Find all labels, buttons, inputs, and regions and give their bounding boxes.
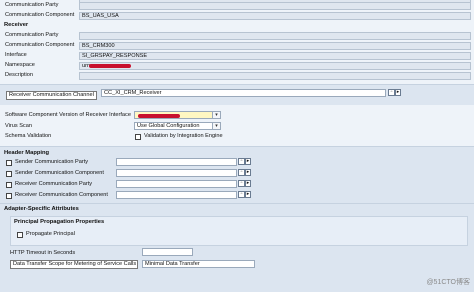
header-mapping-input-receiver-component[interactable] (116, 191, 237, 199)
header-mapping-input-sender-component[interactable] (116, 169, 237, 177)
value-help-icon[interactable]: ▫ (238, 169, 245, 176)
navigate-icon[interactable]: ▸ (245, 191, 251, 198)
chevron-down-icon: ▾ (212, 123, 220, 129)
schema-validation-label: Schema Validation (5, 133, 52, 139)
namespace-field: urn (79, 62, 471, 70)
namespace-label: Namespace (5, 62, 35, 68)
principal-propagation-title: Principal Propagation Properties (14, 219, 105, 225)
header-mapping-label-receiver-party: Receiver Communication Party (15, 181, 93, 187)
http-timeout-label: HTTP Timeout in Seconds (10, 250, 76, 256)
http-timeout-input[interactable] (142, 248, 193, 256)
adapter-section-title: Adapter-Specific Attributes (4, 206, 79, 212)
value-help-icon[interactable]: ▫ (238, 158, 245, 165)
header-mapping-label-sender-component: Sender Communication Component (15, 170, 104, 176)
receiver-channel-value: CC_XI_CRM_Receiver (104, 90, 162, 96)
header-mapping-checkbox-receiver-party[interactable] (6, 182, 12, 188)
value-help-icon[interactable]: ▫ (238, 191, 245, 198)
header-mapping-title: Header Mapping (4, 150, 50, 156)
namespace-redaction (89, 64, 131, 68)
navigate-icon[interactable]: ▸ (245, 180, 251, 187)
header-mapping-checkbox-sender-component[interactable] (6, 171, 12, 177)
navigate-icon[interactable]: ▸ (395, 89, 401, 96)
virus-scan-label: Virus Scan (5, 123, 32, 129)
schema-validation-checkbox[interactable] (135, 134, 141, 140)
description-field[interactable] (79, 72, 471, 80)
receiver-communication-component-label: Communication Component (5, 42, 75, 48)
value-help-icon[interactable]: ▫ (388, 89, 395, 96)
header-mapping-checkbox-sender-party[interactable] (6, 160, 12, 166)
description-label: Description (5, 72, 33, 78)
watermark: @51CTO博客 (426, 279, 470, 286)
header-mapping-checkbox-receiver-component[interactable] (6, 193, 12, 199)
sender-communication-party-field (79, 2, 471, 10)
sender-communication-component-label: Communication Component (5, 12, 75, 18)
data-transfer-select[interactable]: Minimal Data Transfer (142, 260, 255, 268)
receiver-channel-label: Receiver Communication Channel (6, 91, 97, 100)
receiver-communication-party-label: Communication Party (5, 32, 59, 38)
sender-communication-party-label: Communication Party (5, 2, 59, 8)
software-component-select[interactable]: ▾ (134, 111, 221, 119)
receiver-communication-party-field (79, 32, 471, 40)
virus-scan-select[interactable]: Use Global Configuration ▾ (134, 122, 221, 130)
navigate-icon[interactable]: ▸ (245, 158, 251, 165)
receiver-section-title: Receiver (4, 22, 29, 28)
interface-label: Interface (5, 52, 27, 58)
header-mapping-input-receiver-party[interactable] (116, 180, 237, 188)
receiver-channel-input[interactable]: CC_XI_CRM_Receiver (101, 89, 386, 97)
propagate-principal-checkbox[interactable] (17, 232, 23, 238)
software-component-label: Software Component Version of Receiver I… (5, 112, 131, 118)
navigate-icon[interactable]: ▸ (245, 169, 251, 176)
data-transfer-value: Minimal Data Transfer (145, 261, 200, 267)
receiver-communication-component-field: BS_CRM300 (79, 42, 471, 50)
value-help-icon[interactable]: ▫ (238, 180, 245, 187)
sender-communication-component-field: BS_UAS_USA (79, 12, 471, 20)
propagate-principal-label: Propagate Principal (26, 231, 75, 237)
header-mapping-label-sender-party: Sender Communication Party (15, 159, 89, 165)
virus-scan-value: Use Global Configuration (137, 123, 200, 129)
data-transfer-label: Data Transfer Scope for Metering of Serv… (10, 260, 138, 269)
interface-field: SI_GRSPAY_RESPONSE (79, 52, 471, 60)
chevron-down-icon: ▾ (212, 112, 220, 118)
software-component-redaction (138, 114, 180, 118)
schema-validation-option-label: Validation by Integration Engine (144, 133, 223, 139)
header-mapping-input-sender-party[interactable] (116, 158, 237, 166)
header-mapping-label-receiver-component: Receiver Communication Component (15, 192, 108, 198)
